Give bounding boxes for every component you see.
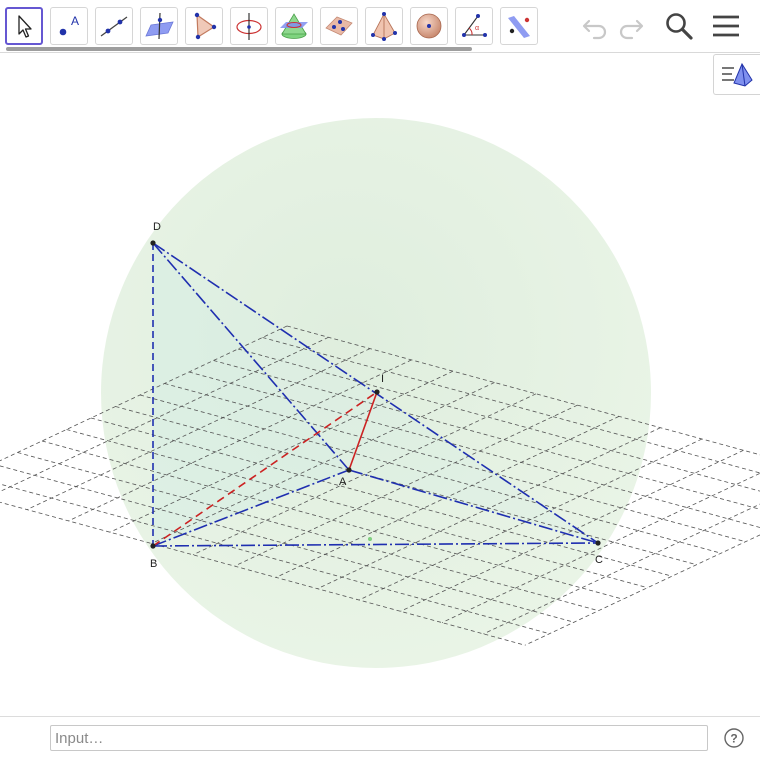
- svg-text:?: ?: [730, 732, 737, 746]
- menu-icon: [710, 10, 742, 42]
- label-a: A: [339, 476, 347, 488]
- perpendicular-line-tool-icon: [143, 10, 175, 42]
- reflect-tool-icon: [503, 10, 535, 42]
- point-d[interactable]: [150, 240, 155, 245]
- toolbar-scrollbar[interactable]: [6, 47, 472, 51]
- intersect-surfaces-tool-icon: [278, 10, 310, 42]
- angle-tool-icon: α: [458, 10, 490, 42]
- perpendicular-line-tool-button[interactable]: [140, 7, 178, 45]
- sphere-tool-button[interactable]: [410, 7, 448, 45]
- label-d: D: [153, 221, 161, 233]
- graphics-3d-view[interactable]: D I A B C: [0, 53, 760, 715]
- algebra-input-field[interactable]: [50, 725, 708, 751]
- svg-text:α: α: [475, 25, 479, 32]
- point-tool-button[interactable]: A: [50, 7, 88, 45]
- line-tool-button[interactable]: [95, 7, 133, 45]
- angle-tool-button[interactable]: α: [455, 7, 493, 45]
- redo-icon: [615, 10, 647, 42]
- search-icon: [663, 10, 695, 42]
- pyramid-tool-icon: [368, 10, 400, 42]
- input-bar: ?: [0, 716, 760, 761]
- undo-button[interactable]: [577, 8, 613, 44]
- point-c[interactable]: [595, 540, 600, 545]
- pyramid-tool-button[interactable]: [365, 7, 403, 45]
- label-i: I: [381, 373, 384, 385]
- point-i[interactable]: [374, 389, 379, 394]
- undo-icon: [579, 10, 611, 42]
- main-menu-button[interactable]: [708, 8, 744, 44]
- help-icon[interactable]: ?: [723, 727, 745, 749]
- toolbar: A: [0, 0, 760, 53]
- svg-text:A: A: [71, 14, 79, 28]
- label-c: C: [595, 554, 603, 566]
- circle-axis-tool-icon: [233, 10, 265, 42]
- move-tool-button[interactable]: [5, 7, 43, 45]
- label-b: B: [150, 558, 157, 570]
- reflect-tool-button[interactable]: [500, 7, 538, 45]
- point-a[interactable]: [346, 467, 351, 472]
- move-tool-icon: [8, 10, 40, 42]
- circle-axis-tool-button[interactable]: [230, 7, 268, 45]
- point-b[interactable]: [150, 543, 155, 548]
- point-tool-icon: A: [53, 10, 85, 42]
- origin-marker: [368, 537, 372, 541]
- intersect-surfaces-tool-button[interactable]: [275, 7, 313, 45]
- redo-button[interactable]: [613, 8, 649, 44]
- search-button[interactable]: [661, 8, 697, 44]
- line-tool-icon: [98, 10, 130, 42]
- polygon-tool-button[interactable]: [185, 7, 223, 45]
- sphere-tool-icon: [413, 10, 445, 42]
- plane-tool-button[interactable]: [320, 7, 358, 45]
- polygon-tool-icon: [188, 10, 220, 42]
- plane-tool-icon: [323, 10, 355, 42]
